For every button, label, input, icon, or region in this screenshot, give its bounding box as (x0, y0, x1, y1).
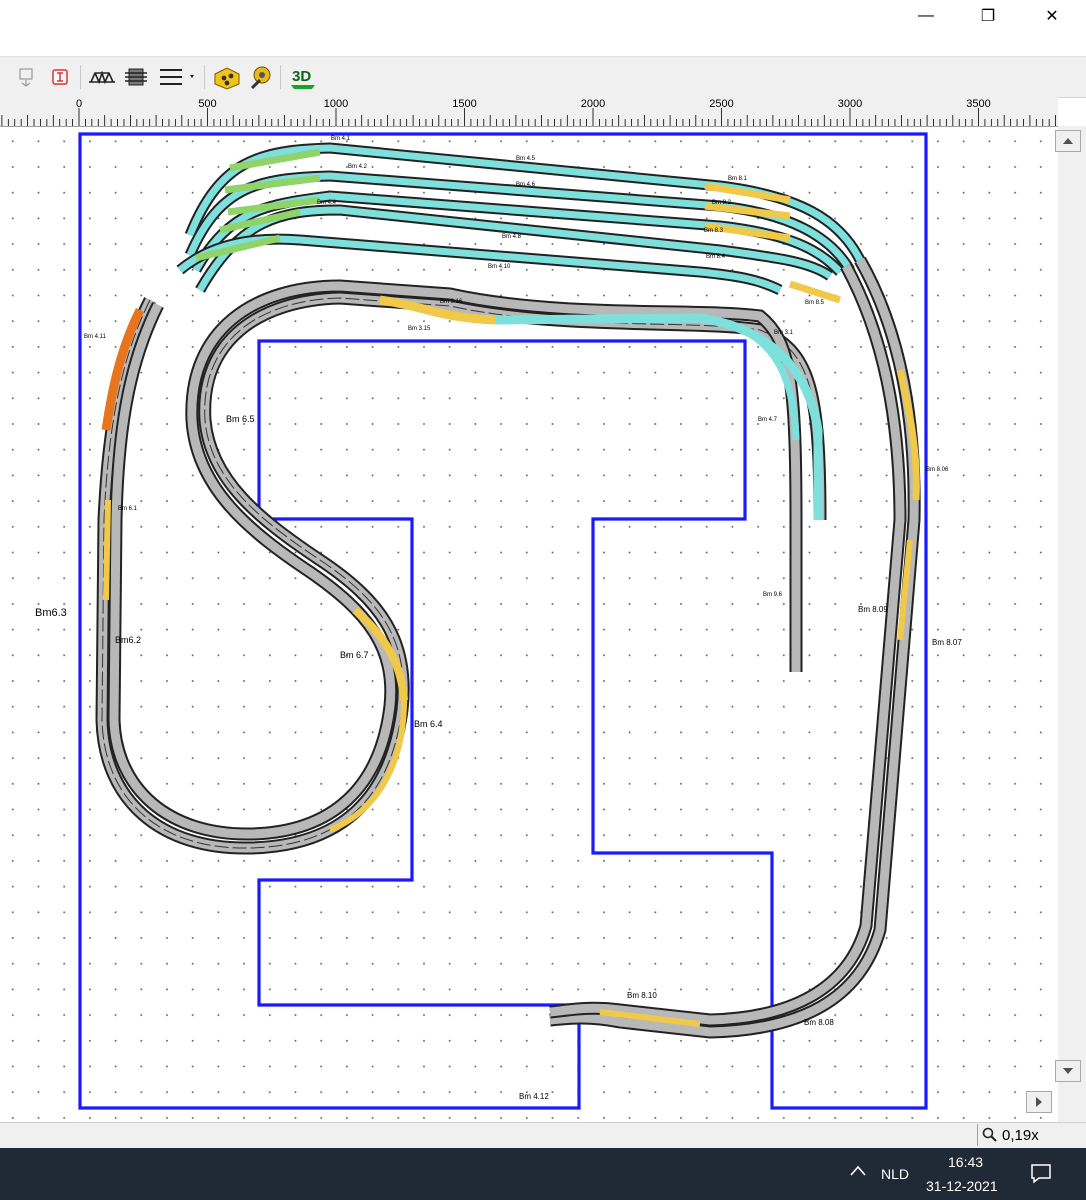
height-marker-tool-button[interactable] (12, 63, 40, 91)
ruler-label: 1000 (324, 98, 348, 110)
scroll-up-button[interactable] (1055, 130, 1081, 152)
label-bm87: Bm 8.07 (932, 638, 962, 647)
ruler-label: 2500 (709, 98, 733, 110)
tunnel-tool-button[interactable] (122, 63, 150, 91)
minimize-button[interactable]: — (896, 0, 956, 32)
close-icon: ✕ (1045, 8, 1059, 25)
ruler-label: 2000 (581, 98, 605, 110)
label-bm96: Bm 9.6 (763, 592, 783, 598)
chevron-up-icon (850, 1165, 866, 1176)
tape-measure-icon (250, 66, 271, 90)
title-bar: — ❐ ✕ (0, 0, 1086, 56)
scroll-right-button[interactable] (1026, 1091, 1052, 1113)
label-bm62: Bm6.2 (115, 635, 141, 645)
label-bm46: Bm 4.6 (516, 182, 536, 188)
ruler-label: 500 (198, 98, 216, 110)
slope-icon (52, 69, 68, 85)
label-bm83: Bm 8.3 (704, 228, 724, 234)
minimize-icon: — (918, 7, 934, 24)
magnifier-icon (982, 1127, 997, 1142)
tunnel-icon (125, 68, 147, 86)
label-bm31: Bm 3.1 (774, 330, 794, 336)
label-bm86: Bm 8.06 (926, 467, 949, 473)
label-bm63: Bm6.3 (35, 607, 67, 619)
label-bm48: Bm 4.8 (502, 234, 522, 240)
label-bm81: Bm 8.1 (728, 176, 748, 182)
notification-icon (1031, 1164, 1051, 1184)
bridge-tool-button[interactable] (88, 63, 116, 91)
label-bm67: Bm 6.7 (340, 650, 369, 660)
close-button[interactable]: ✕ (1022, 0, 1082, 32)
label-bm42: Bm 4.2 (348, 164, 368, 170)
clock-time[interactable]: 16:43 (948, 1154, 983, 1170)
clock-date[interactable]: 31-12-2021 (926, 1178, 998, 1194)
svg-text:3D: 3D (292, 68, 311, 85)
tray-overflow-button[interactable] (850, 1164, 866, 1181)
label-bm65: Bm 6.5 (226, 414, 255, 424)
label-bm412: Bm 4.12 (519, 1092, 549, 1101)
ruler-label: 0 (76, 98, 82, 110)
scroll-down-button[interactable] (1055, 1060, 1081, 1082)
zoom-indicator[interactable]: 0,19x (977, 1124, 1082, 1146)
taskbar: NLD 16:43 31-12-2021 (0, 1148, 1086, 1200)
measure-tool-button[interactable] (246, 63, 274, 91)
bridge-icon (89, 70, 115, 85)
notification-center-button[interactable] (1030, 1162, 1052, 1187)
layers-icon (160, 69, 194, 85)
slope-tool-button[interactable] (46, 63, 74, 91)
label-bm82: Bm 8.2 (712, 200, 732, 206)
toolbar: 3D (0, 56, 1086, 98)
label-bm61: Bm 6.1 (118, 506, 138, 512)
3d-view-icon: 3D (291, 68, 315, 89)
label-bm41: Bm 4.1 (331, 136, 351, 142)
language-indicator[interactable]: NLD (881, 1166, 909, 1182)
ruler-label: 1500 (452, 98, 476, 110)
parts-box-icon (214, 67, 240, 90)
layout-canvas[interactable]: Bm 4.1 Bm 4.2 Bm 4.4 Bm 4.5 Bm 4.6 Bm 4.… (0, 126, 1058, 1122)
label-bm84: Bm 8.4 (706, 254, 726, 260)
3d-view-button[interactable]: 3D (288, 63, 316, 91)
label-bm45: Bm 4.5 (516, 156, 536, 162)
label-bm88: Bm 8.08 (804, 1018, 834, 1027)
track-layers-dropdown[interactable] (156, 63, 200, 91)
parts-list-button[interactable] (212, 63, 240, 91)
arrow-right-icon (1036, 1097, 1042, 1107)
label-bm810: Bm 8.10 (627, 991, 657, 1000)
label-bm89: Bm 8.09 (858, 605, 888, 614)
label-bm410: Bm 4.10 (488, 264, 511, 270)
label-bm411: Bm 4.11 (84, 334, 107, 340)
label-bm315: Bm 3.15 (408, 326, 431, 332)
restore-icon: ❐ (980, 8, 996, 25)
arrow-down-icon (1063, 1068, 1073, 1074)
label-bm85: Bm 8.5 (805, 300, 825, 306)
label-bm64: Bm 6.4 (414, 719, 443, 729)
status-bar: 0,19x (0, 1122, 1086, 1149)
arrow-up-icon (1063, 138, 1073, 144)
zoom-value: 0,19x (1002, 1126, 1039, 1144)
label-bm47: Bm 4.7 (758, 417, 778, 423)
label-bm44: Bm 4.4 (317, 200, 337, 206)
horizontal-ruler: 0 500 1000 1500 2000 2500 3000 3500 (0, 96, 1058, 127)
vertical-scrollbar[interactable] (1026, 126, 1086, 1122)
ruler-label: 3500 (966, 98, 990, 110)
label-bm316: Bm 3.16 (440, 299, 463, 305)
ruler-label: 3000 (838, 98, 862, 110)
restore-button[interactable]: ❐ (958, 0, 1018, 32)
height-marker-icon (19, 68, 33, 87)
